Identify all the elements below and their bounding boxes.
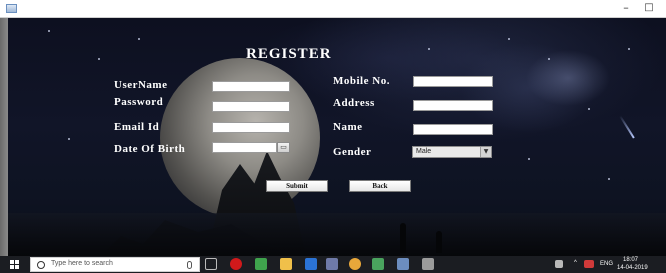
- taskbar: Type here to search ^ ENG 18:07 14-04-20…: [0, 256, 666, 273]
- back-button[interactable]: Back: [349, 180, 411, 192]
- minimize-button[interactable]: –: [618, 1, 634, 15]
- email-label: Email Id: [114, 121, 160, 133]
- clock-time[interactable]: 18:07: [623, 257, 638, 263]
- chevron-down-icon[interactable]: ▼: [480, 147, 491, 157]
- gender-selected-value: Male: [416, 148, 432, 155]
- opera-icon[interactable]: [230, 258, 242, 270]
- background-scene: [8, 18, 666, 256]
- star: [548, 58, 550, 60]
- name-label: Name: [333, 121, 363, 133]
- maximize-button[interactable]: □: [641, 1, 657, 15]
- search-box[interactable]: Type here to search: [30, 257, 200, 272]
- address-label: Address: [333, 97, 375, 109]
- star: [138, 38, 140, 40]
- password-label: Password: [114, 96, 164, 108]
- star: [508, 38, 510, 40]
- windows-start-icon[interactable]: [10, 260, 20, 269]
- app-icon-blue[interactable]: [397, 258, 409, 270]
- file-explorer-icon[interactable]: [280, 258, 292, 270]
- star: [588, 108, 590, 110]
- language-indicator[interactable]: ENG: [600, 261, 613, 267]
- chevron-up-icon[interactable]: ^: [574, 260, 577, 266]
- mobile-field[interactable]: [413, 76, 493, 87]
- app-icon-purple[interactable]: [326, 258, 338, 270]
- password-field[interactable]: [212, 101, 290, 112]
- star: [628, 48, 630, 50]
- mobile-label: Mobile No.: [333, 75, 390, 87]
- star: [428, 48, 430, 50]
- task-view-icon[interactable]: [205, 258, 217, 270]
- app-icon-green[interactable]: [255, 258, 267, 270]
- star: [98, 58, 100, 60]
- dob-label: Date Of Birth: [114, 143, 186, 155]
- clock-date[interactable]: 14-04-2019: [617, 265, 648, 271]
- star: [608, 178, 610, 180]
- calendar-icon[interactable]: ▭: [277, 142, 290, 153]
- gender-label: Gender: [333, 146, 372, 158]
- name-field[interactable]: [413, 124, 493, 135]
- silhouette-figure: [400, 223, 406, 253]
- address-field[interactable]: [413, 100, 493, 111]
- star: [528, 158, 530, 160]
- window-titlebar: – □: [0, 0, 666, 18]
- edge-icon[interactable]: [305, 258, 317, 270]
- gender-select[interactable]: Male ▼: [412, 146, 492, 158]
- app-icon-green-2[interactable]: [372, 258, 384, 270]
- page-title: REGISTER: [246, 46, 332, 62]
- username-field[interactable]: [212, 81, 290, 92]
- people-icon[interactable]: [555, 260, 563, 268]
- cortana-icon: [37, 261, 45, 269]
- submit-button[interactable]: Submit: [266, 180, 328, 192]
- star: [68, 138, 70, 140]
- search-placeholder: Type here to search: [51, 260, 113, 267]
- shooting-star: [619, 115, 635, 139]
- silhouette-figure: [436, 231, 442, 253]
- ground: [8, 213, 666, 256]
- microphone-icon[interactable]: [187, 261, 192, 269]
- app-icon: [6, 4, 17, 13]
- battery-icon[interactable]: [584, 260, 594, 268]
- dob-field[interactable]: [212, 142, 277, 153]
- app-icon-gray[interactable]: [422, 258, 434, 270]
- chrome-icon[interactable]: [349, 258, 361, 270]
- email-field[interactable]: [212, 122, 290, 133]
- username-label: UserName: [114, 79, 168, 91]
- window-left-edge: [0, 18, 8, 256]
- star: [48, 30, 50, 32]
